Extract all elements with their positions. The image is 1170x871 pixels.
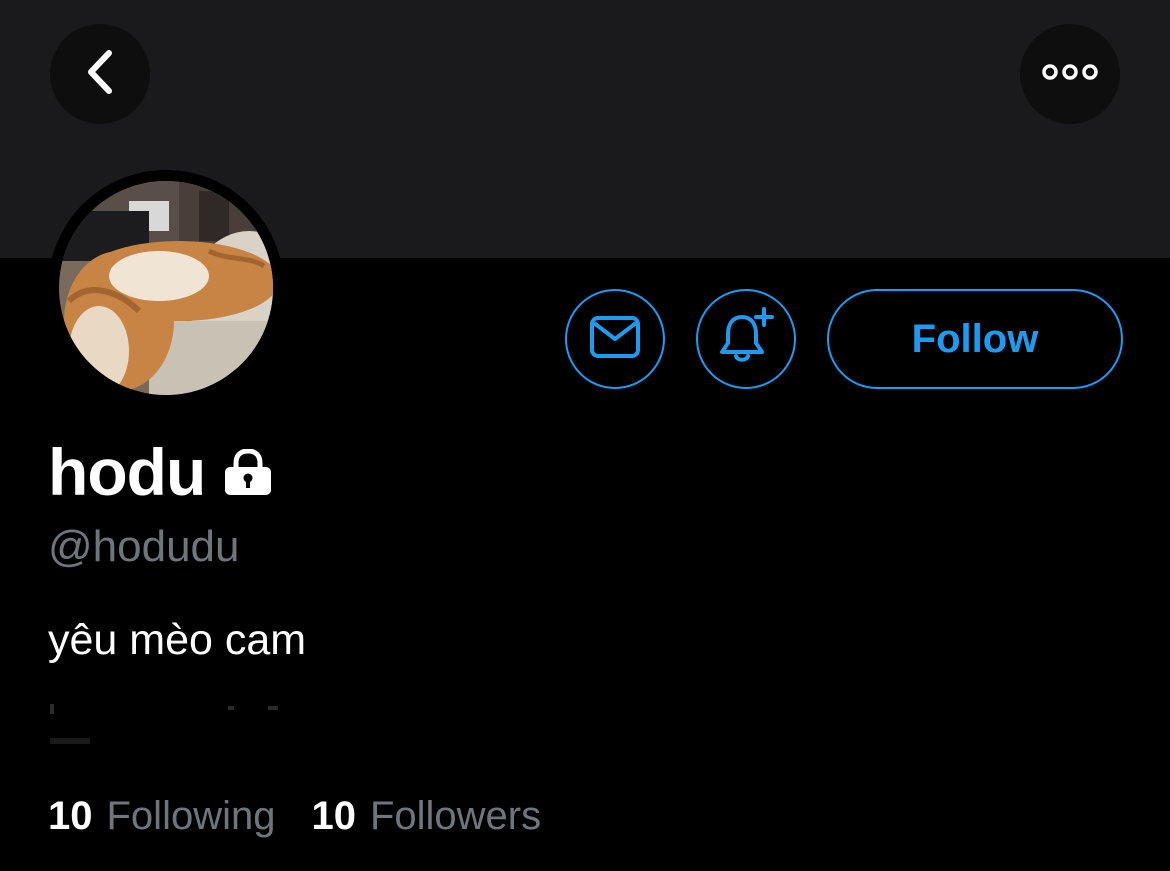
bell-plus-icon [716,306,776,372]
more-horizontal-icon [1042,62,1098,87]
following-label: Following [106,794,276,838]
followers-count: 10 [311,794,356,838]
following-stat[interactable]: 10 Following [48,794,275,839]
followers-stat[interactable]: 10 Followers [311,794,541,839]
envelope-icon [589,315,641,364]
follow-button[interactable]: Follow [827,289,1123,389]
avatar[interactable] [59,181,273,395]
followers-label: Followers [369,794,542,838]
profile-stats: 10 Following 10 Followers [48,794,541,839]
chevron-left-icon [83,47,117,102]
user-handle: @hodudu [48,522,240,571]
following-count: 10 [48,794,93,838]
display-name: hodu [48,435,206,509]
more-options-button[interactable] [1020,24,1120,124]
lock-icon [223,447,273,502]
name-row: hodu [48,432,273,512]
notifications-button[interactable] [696,289,796,389]
follow-button-label: Follow [911,316,1039,361]
message-button[interactable] [565,289,665,389]
back-button[interactable] [50,24,150,124]
bio-text: yêu mèo cam [48,616,307,664]
redacted-line [48,700,288,750]
